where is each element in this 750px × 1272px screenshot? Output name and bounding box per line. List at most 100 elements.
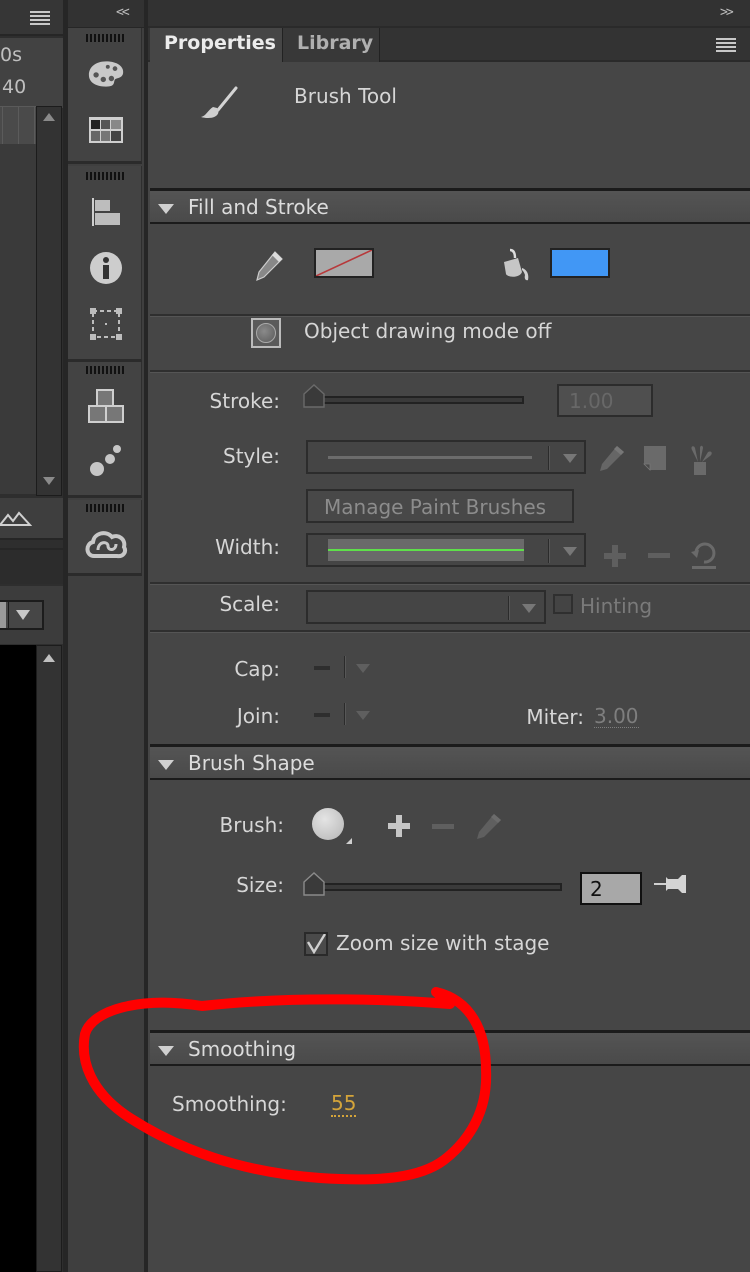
frame-cells[interactable] bbox=[0, 106, 36, 145]
zoom-size-label: Zoom size with stage bbox=[336, 931, 550, 955]
grip-handle[interactable] bbox=[86, 366, 124, 374]
miter-label: Miter: bbox=[526, 705, 584, 729]
scroll-up-icon[interactable] bbox=[43, 654, 55, 662]
scroll-down-icon[interactable] bbox=[43, 477, 55, 485]
chevron-down-icon[interactable] bbox=[356, 664, 370, 673]
remove-brush-icon[interactable] bbox=[431, 814, 455, 838]
size-slider-thumb[interactable] bbox=[303, 872, 325, 896]
grip-handle[interactable] bbox=[86, 34, 124, 42]
creative-cloud-icon[interactable] bbox=[84, 526, 128, 562]
stroke-label: Stroke: bbox=[209, 389, 280, 413]
style-dropdown[interactable] bbox=[306, 440, 586, 474]
scale-label: Scale: bbox=[219, 592, 280, 616]
divider bbox=[150, 314, 750, 317]
time-label: 0s bbox=[0, 44, 22, 66]
frame-label: 40 bbox=[2, 76, 27, 98]
timeline-divider-bar bbox=[0, 548, 63, 584]
object-drawing-toggle[interactable] bbox=[251, 318, 281, 348]
style-preview-line bbox=[328, 456, 532, 459]
stroke-value: 1.00 bbox=[569, 389, 614, 413]
zoom-size-checkbox[interactable] bbox=[304, 932, 328, 956]
size-slider-track[interactable] bbox=[306, 883, 562, 891]
section-brush-shape[interactable]: Brush Shape bbox=[150, 744, 750, 780]
smoothing-value[interactable]: 55 bbox=[331, 1092, 357, 1117]
stroke-slider-track[interactable] bbox=[306, 396, 524, 404]
edit-brush-icon[interactable] bbox=[475, 812, 503, 840]
dock-group-3 bbox=[68, 362, 142, 498]
collapse-triangle-icon[interactable] bbox=[158, 204, 174, 214]
paint-brushes-icon[interactable] bbox=[686, 444, 714, 476]
timeline-ruler: 0s 40 bbox=[0, 38, 63, 108]
manage-paint-brushes-label: Manage Paint Brushes bbox=[324, 495, 547, 519]
remove-width-icon[interactable] bbox=[646, 543, 672, 569]
section-title: Fill and Stroke bbox=[188, 195, 329, 219]
chevron-down-icon[interactable] bbox=[356, 711, 370, 720]
panel-menu-icon[interactable] bbox=[716, 38, 736, 52]
scroll-up-icon[interactable] bbox=[43, 113, 55, 121]
miter-value[interactable]: 3.00 bbox=[594, 705, 639, 728]
pin-icon[interactable] bbox=[654, 874, 688, 896]
join-dropdown[interactable] bbox=[306, 703, 376, 729]
chevron-down-icon[interactable] bbox=[563, 547, 577, 556]
edit-style-pencil-icon[interactable] bbox=[598, 444, 626, 472]
grip-handle[interactable] bbox=[86, 504, 124, 512]
width-profile-dropdown[interactable] bbox=[306, 533, 586, 567]
size-value-field[interactable]: 2 bbox=[580, 872, 642, 905]
new-style-icon[interactable] bbox=[642, 444, 668, 472]
tool-name: Brush Tool bbox=[294, 84, 397, 108]
tab-properties[interactable]: Properties bbox=[150, 28, 282, 64]
tab-library[interactable]: Library bbox=[282, 28, 380, 62]
expand-panel-button[interactable]: >> bbox=[720, 5, 734, 20]
components-icon[interactable] bbox=[88, 388, 124, 424]
collapse-triangle-icon[interactable] bbox=[158, 1046, 174, 1056]
zoom-dropdown[interactable] bbox=[0, 600, 44, 630]
section-fill-and-stroke[interactable]: Fill and Stroke bbox=[150, 188, 750, 224]
style-label: Style: bbox=[223, 444, 280, 468]
section-title: Brush Shape bbox=[188, 751, 315, 775]
motion-presets-icon[interactable] bbox=[88, 442, 124, 478]
stroke-color-swatch[interactable] bbox=[314, 248, 374, 278]
hinting-checkbox[interactable] bbox=[553, 594, 573, 614]
fill-color-swatch[interactable] bbox=[550, 248, 610, 278]
transform-icon[interactable] bbox=[88, 306, 124, 342]
timeline-menu-icon[interactable] bbox=[30, 11, 50, 25]
stage-canvas[interactable] bbox=[0, 645, 36, 1272]
stroke-value-field[interactable]: 1.00 bbox=[557, 384, 653, 417]
object-drawing-label: Object drawing mode off bbox=[304, 319, 552, 343]
brush-dropdown-corner-icon bbox=[346, 838, 352, 844]
chevron-down-icon[interactable] bbox=[522, 604, 536, 613]
timeline-frames-area[interactable] bbox=[0, 144, 36, 494]
scale-dropdown[interactable] bbox=[306, 590, 546, 624]
info-icon[interactable] bbox=[88, 250, 124, 286]
brush-label: Brush: bbox=[219, 813, 284, 837]
cap-label: Cap: bbox=[234, 657, 280, 681]
stage-scrollbar[interactable] bbox=[36, 645, 62, 1272]
cap-preview bbox=[314, 666, 330, 670]
reset-width-icon[interactable] bbox=[690, 540, 718, 570]
manage-paint-brushes-button[interactable]: Manage Paint Brushes bbox=[306, 489, 574, 523]
chevron-down-icon[interactable] bbox=[16, 610, 30, 620]
timeline-footer bbox=[0, 498, 63, 540]
collapse-triangle-icon[interactable] bbox=[158, 760, 174, 770]
brush-shape-preview bbox=[312, 808, 344, 840]
stroke-slider-thumb[interactable] bbox=[303, 384, 325, 408]
swatches-icon[interactable] bbox=[88, 112, 124, 148]
grip-handle[interactable] bbox=[86, 172, 124, 180]
color-palette-icon[interactable] bbox=[88, 56, 124, 92]
size-label: Size: bbox=[236, 873, 284, 897]
dock-group-2 bbox=[68, 166, 142, 362]
add-brush-icon[interactable] bbox=[387, 814, 411, 838]
dock-header: << bbox=[68, 0, 144, 28]
mountain-icon[interactable] bbox=[0, 510, 32, 526]
smoothing-label: Smoothing: bbox=[172, 1092, 287, 1116]
join-label: Join: bbox=[236, 704, 280, 728]
timeline-scrollbar[interactable] bbox=[36, 106, 62, 496]
section-smoothing[interactable]: Smoothing bbox=[150, 1030, 750, 1066]
add-width-icon[interactable] bbox=[602, 543, 628, 569]
collapse-dock-button[interactable]: << bbox=[116, 5, 130, 20]
align-icon[interactable] bbox=[88, 194, 124, 230]
brush-shape-picker[interactable] bbox=[312, 808, 356, 850]
divider bbox=[150, 630, 750, 633]
cap-dropdown[interactable] bbox=[306, 656, 376, 682]
chevron-down-icon[interactable] bbox=[563, 454, 577, 463]
